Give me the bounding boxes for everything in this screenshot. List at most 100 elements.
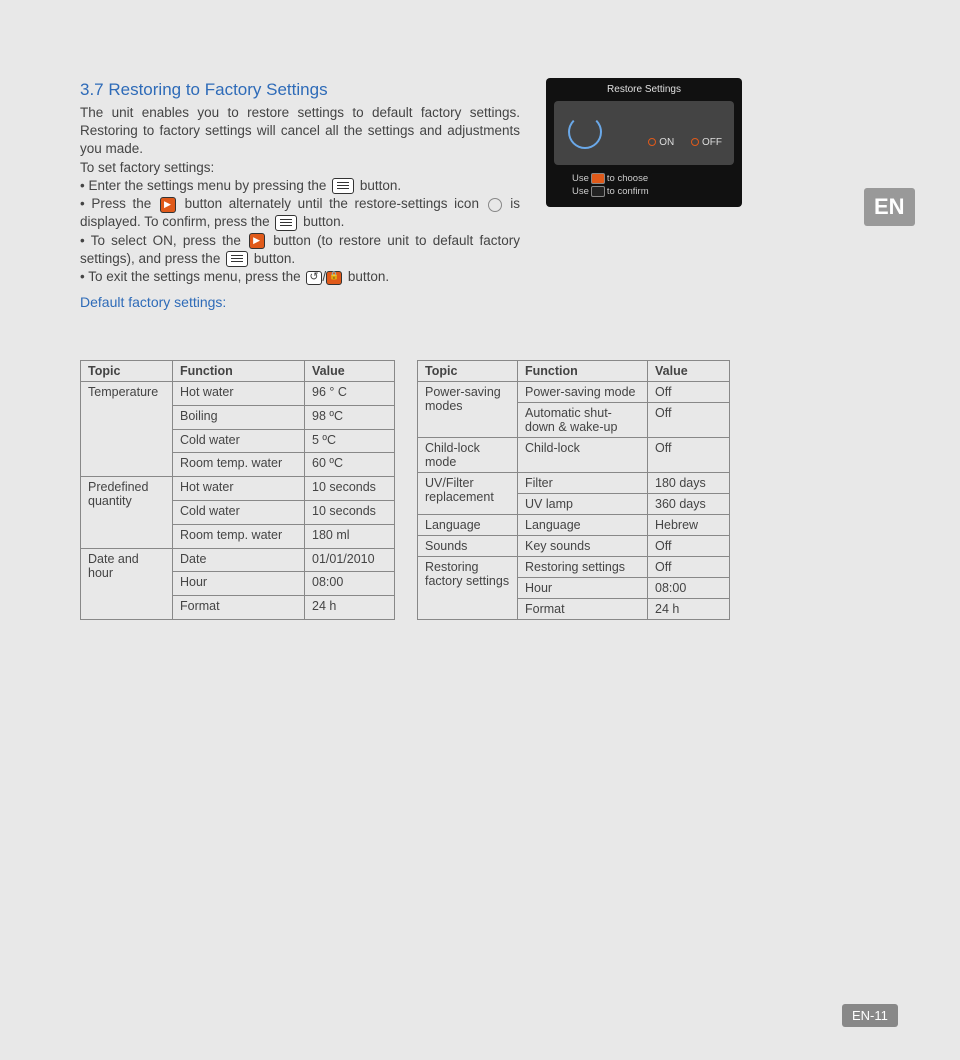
- th-value: Value: [648, 361, 730, 382]
- value-cell: Off: [648, 438, 730, 473]
- table-row: Child-lock modeChild-lockOff: [418, 438, 730, 473]
- panel-hint-2: Useto confirm: [554, 186, 734, 197]
- panel-hint-1: Useto choose: [554, 173, 734, 184]
- language-badge: EN: [864, 188, 915, 226]
- intro-para: The unit enables you to restore settings…: [80, 105, 520, 156]
- nav-button-icon: [160, 197, 176, 213]
- value-cell: Hebrew: [648, 515, 730, 536]
- value-cell: 08:00: [648, 578, 730, 599]
- value-cell: 180 days: [648, 473, 730, 494]
- tables-container: Topic Function Value TemperatureHot wate…: [80, 360, 730, 620]
- page-number: EN-11: [842, 1004, 898, 1027]
- menu-button-icon: [226, 251, 248, 267]
- body-text: The unit enables you to restore settings…: [80, 104, 520, 311]
- function-cell: Cold water: [173, 429, 305, 453]
- topic-cell: Temperature: [81, 382, 173, 477]
- spinner-icon: [568, 115, 602, 149]
- function-cell: Restoring settings: [518, 557, 648, 578]
- defaults-table-right: Topic Function Value Power-saving modesP…: [417, 360, 730, 620]
- bullet-4b: button.: [344, 269, 389, 284]
- table-row: UV/Filter replacementFilter180 days: [418, 473, 730, 494]
- value-cell: 360 days: [648, 494, 730, 515]
- value-cell: 01/01/2010: [305, 548, 395, 572]
- value-cell: 98 ºC: [305, 405, 395, 429]
- menu-mini-icon: [591, 186, 605, 197]
- value-cell: Off: [648, 536, 730, 557]
- bullet-3a: • To select ON, press the: [80, 233, 247, 248]
- defaults-title: Default factory settings:: [80, 293, 520, 312]
- function-cell: Filter: [518, 473, 648, 494]
- defaults-table-left: Topic Function Value TemperatureHot wate…: [80, 360, 395, 620]
- function-cell: Room temp. water: [173, 453, 305, 477]
- value-cell: 10 seconds: [305, 477, 395, 501]
- bullet-3c: button.: [250, 251, 295, 266]
- nav-mini-icon: [591, 173, 605, 184]
- function-cell: Format: [173, 596, 305, 620]
- value-cell: 96 ° C: [305, 382, 395, 406]
- table-row: SoundsKey soundsOff: [418, 536, 730, 557]
- panel-onoff: ON OFF: [634, 137, 722, 148]
- topic-cell: Language: [418, 515, 518, 536]
- restore-circle-icon: [488, 198, 502, 212]
- th-function: Function: [518, 361, 648, 382]
- topic-cell: Sounds: [418, 536, 518, 557]
- menu-button-icon: [275, 215, 297, 231]
- panel-off: OFF: [702, 137, 722, 148]
- table-row: Predefined quantityHot water10 seconds: [81, 477, 395, 501]
- th-topic: Topic: [418, 361, 518, 382]
- panel-main: ON OFF: [554, 101, 734, 165]
- function-cell: Language: [518, 515, 648, 536]
- function-cell: Hot water: [173, 477, 305, 501]
- value-cell: 24 h: [648, 599, 730, 620]
- bullet-2a: • Press the: [80, 196, 158, 211]
- function-cell: Hour: [173, 572, 305, 596]
- table-row: TemperatureHot water96 ° C: [81, 382, 395, 406]
- table-row: Power-saving modesPower-saving modeOff: [418, 382, 730, 403]
- intro-2: To set factory settings:: [80, 159, 520, 177]
- page-content: 3.7 Restoring to Factory Settings The un…: [80, 80, 880, 319]
- panel-on: ON: [659, 137, 674, 148]
- function-cell: Room temp. water: [173, 524, 305, 548]
- topic-cell: Child-lock mode: [418, 438, 518, 473]
- restore-settings-panel: Restore Settings ON OFF Useto choose Use…: [546, 78, 742, 207]
- panel-title: Restore Settings: [554, 84, 734, 95]
- function-cell: Cold water: [173, 500, 305, 524]
- topic-cell: Power-saving modes: [418, 382, 518, 438]
- bullet-4a: • To exit the settings menu, press the: [80, 269, 304, 284]
- table-row: LanguageLanguageHebrew: [418, 515, 730, 536]
- table-row: Restoring factory settingsRestoring sett…: [418, 557, 730, 578]
- function-cell: Key sounds: [518, 536, 648, 557]
- function-cell: Hot water: [173, 382, 305, 406]
- value-cell: Off: [648, 557, 730, 578]
- th-topic: Topic: [81, 361, 173, 382]
- function-cell: Power-saving mode: [518, 382, 648, 403]
- value-cell: Off: [648, 403, 730, 438]
- bullet-2b: button alternately until the restore-set…: [178, 196, 486, 211]
- function-cell: UV lamp: [518, 494, 648, 515]
- table-row: Date and hourDate01/01/2010: [81, 548, 395, 572]
- topic-cell: UV/Filter replacement: [418, 473, 518, 515]
- value-cell: 5 ºC: [305, 429, 395, 453]
- function-cell: Child-lock: [518, 438, 648, 473]
- section-title: 3.7 Restoring to Factory Settings: [80, 80, 880, 100]
- value-cell: 24 h: [305, 596, 395, 620]
- th-function: Function: [173, 361, 305, 382]
- function-cell: Hour: [518, 578, 648, 599]
- function-cell: Format: [518, 599, 648, 620]
- exit-button-icon: /: [306, 268, 342, 286]
- value-cell: 60 ºC: [305, 453, 395, 477]
- topic-cell: Predefined quantity: [81, 477, 173, 548]
- nav-button-icon: [249, 233, 265, 249]
- value-cell: 10 seconds: [305, 500, 395, 524]
- bullet-1b: button.: [356, 178, 401, 193]
- bullet-1a: • Enter the settings menu by pressing th…: [80, 178, 330, 193]
- value-cell: 08:00: [305, 572, 395, 596]
- topic-cell: Date and hour: [81, 548, 173, 619]
- menu-button-icon: [332, 178, 354, 194]
- bullet-2d: button.: [299, 214, 344, 229]
- th-value: Value: [305, 361, 395, 382]
- function-cell: Date: [173, 548, 305, 572]
- function-cell: Automatic shut-down & wake-up: [518, 403, 648, 438]
- function-cell: Boiling: [173, 405, 305, 429]
- topic-cell: Restoring factory settings: [418, 557, 518, 620]
